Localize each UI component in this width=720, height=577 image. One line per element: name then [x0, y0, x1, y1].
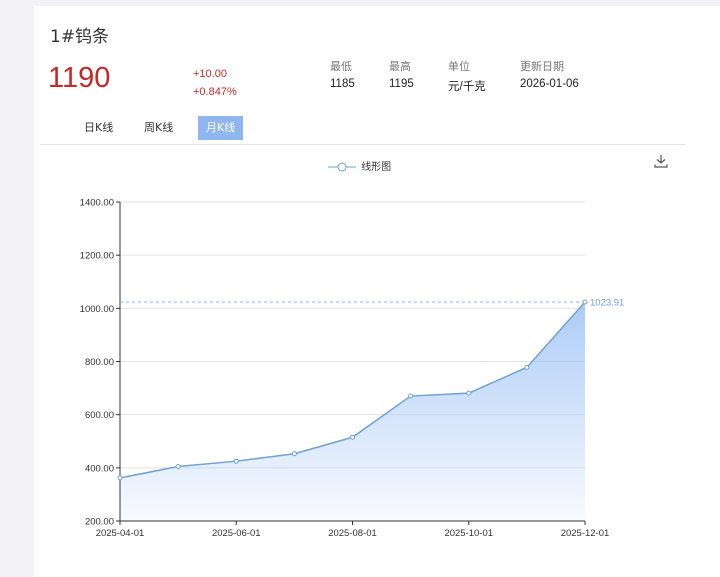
data-point[interactable] [408, 393, 414, 399]
x-tick-label: 2025-10-01 [444, 528, 493, 539]
data-point[interactable] [582, 299, 588, 305]
data-point[interactable] [291, 451, 297, 457]
data-point[interactable] [350, 434, 355, 440]
price-chart: 200.00 400.00 600.00 800.00 1000.00 1200.00 14… [80, 198, 625, 540]
y-tick-label: 1200.00 [80, 251, 114, 262]
x-tick-label: 2025-08-01 [328, 528, 377, 539]
x-tick-label: 2025-06-01 [212, 528, 261, 539]
y-tick-label: 800.00 [85, 357, 114, 368]
x-tick-label: 2025-04-01 [96, 528, 145, 539]
x-tick-label: 2025-12-01 [561, 528, 610, 539]
area-fill [120, 301, 585, 521]
y-tick-label: 1000.00 [80, 304, 114, 315]
y-tick-label: 200.00 [85, 517, 114, 528]
data-point[interactable] [175, 464, 181, 470]
data-point[interactable] [117, 475, 123, 481]
y-tick-label: 400.00 [85, 463, 114, 474]
y-tick-label: 1400.00 [80, 198, 114, 209]
data-point[interactable] [233, 458, 239, 464]
last-value-label: 1023.91 [590, 297, 624, 308]
data-point[interactable] [466, 390, 472, 396]
data-point[interactable] [524, 364, 530, 370]
y-tick-label: 600.00 [85, 410, 114, 421]
